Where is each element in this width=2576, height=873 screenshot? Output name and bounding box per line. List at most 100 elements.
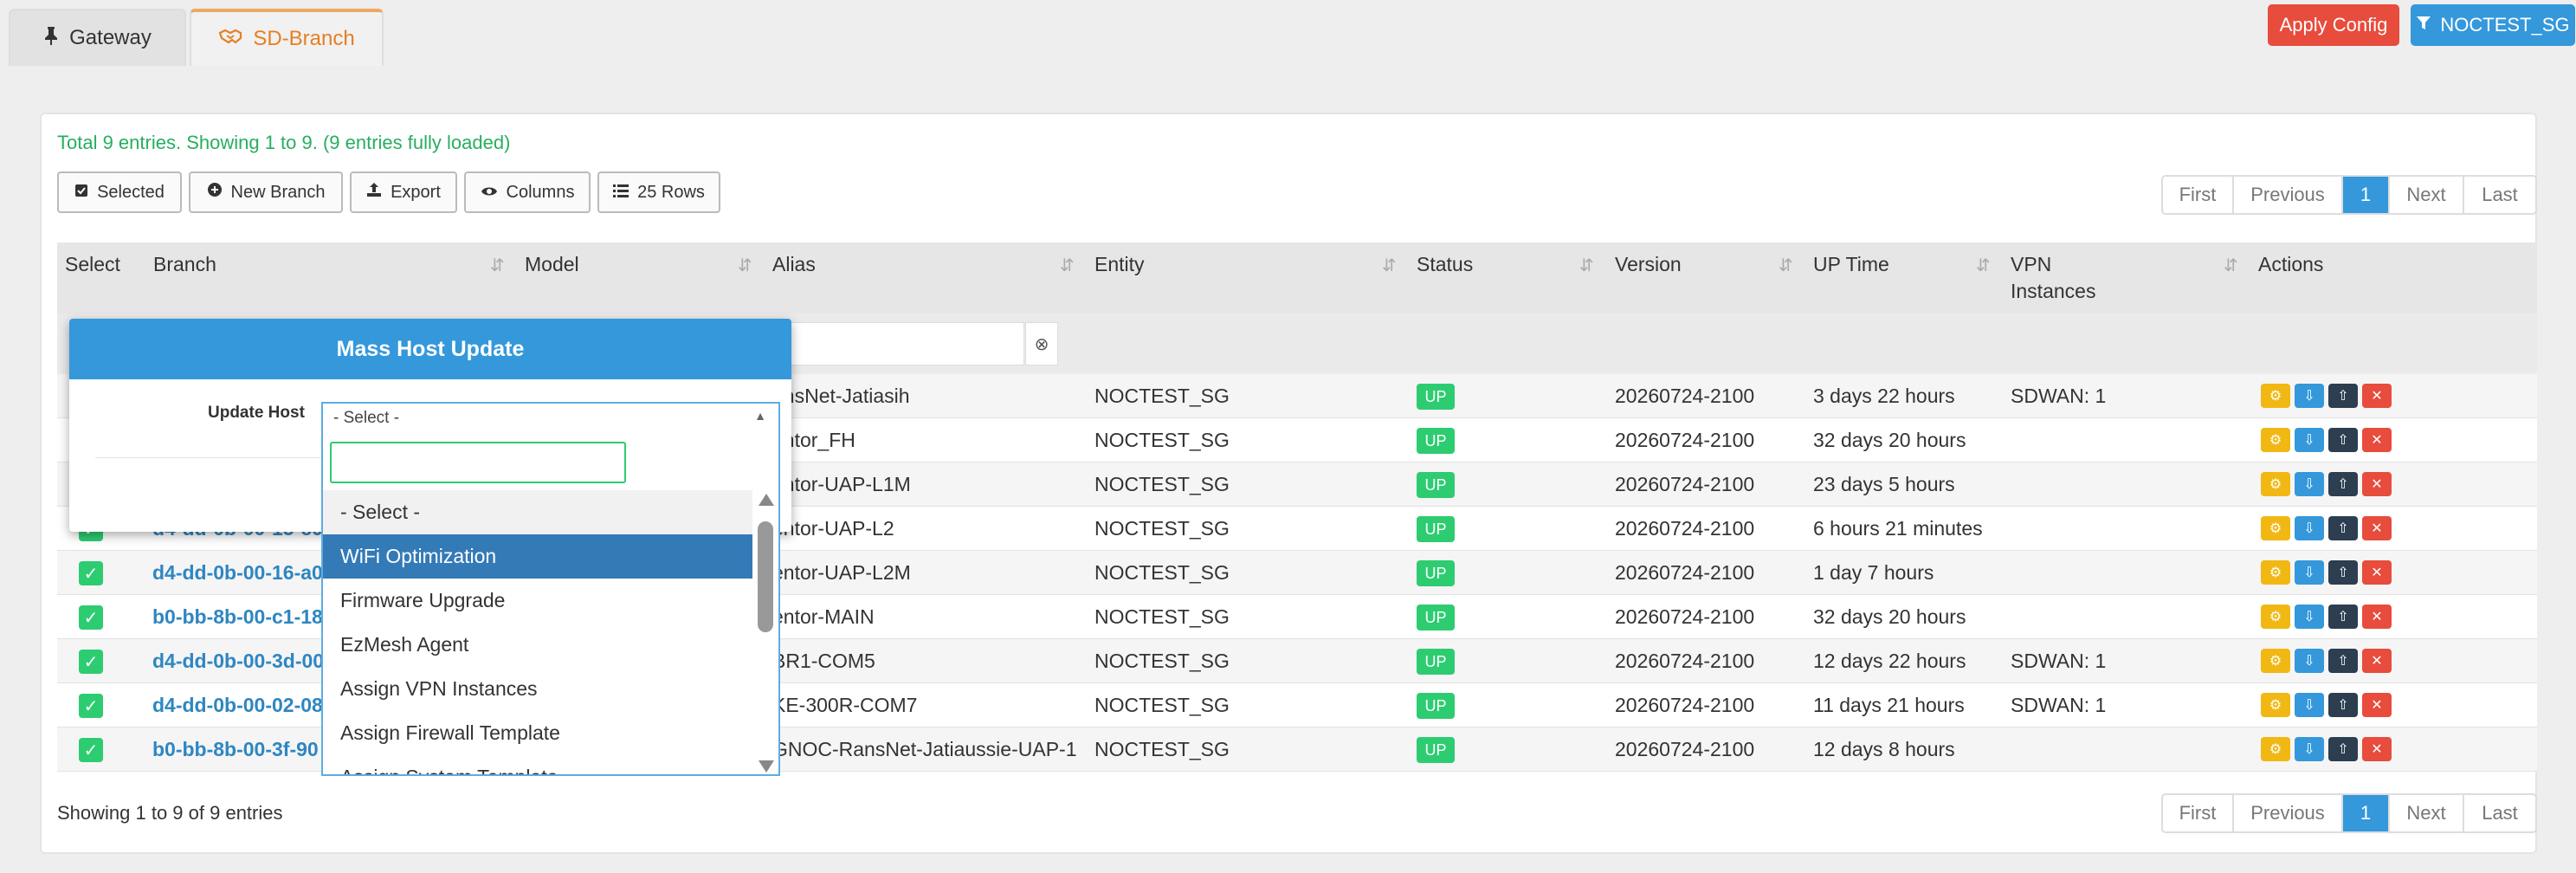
configure-action-icon[interactable]: ⚙ — [2261, 693, 2290, 717]
pagination-last[interactable]: Last — [2464, 795, 2535, 831]
branch-link[interactable]: d4-dd-0b-00-02-08 — [152, 694, 323, 717]
delete-action-icon[interactable]: ✕ — [2362, 472, 2392, 496]
pagination-last[interactable]: Last — [2464, 177, 2535, 213]
delete-action-icon[interactable]: ✕ — [2362, 560, 2392, 585]
configure-action-icon[interactable]: ⚙ — [2261, 384, 2290, 408]
download-action-icon[interactable]: ⇩ — [2295, 428, 2324, 452]
delete-action-icon[interactable]: ✕ — [2362, 516, 2392, 540]
row-checkbox[interactable]: ✓ — [79, 694, 103, 718]
column-header-entity[interactable]: Entity — [1094, 251, 1145, 278]
configure-action-icon[interactable]: ⚙ — [2261, 472, 2290, 496]
entity-filter-button[interactable]: NOCTEST_SG — [2411, 4, 2575, 46]
scroll-down-icon[interactable] — [759, 760, 774, 773]
download-action-icon[interactable]: ⇩ — [2295, 693, 2324, 717]
tab-sd-branch[interactable]: SD-Branch — [190, 9, 384, 66]
top-bar: Gateway SD-Branch Apply Config NOCTEST_S… — [0, 0, 2576, 66]
scroll-thumb[interactable] — [758, 521, 773, 632]
upload-action-icon[interactable]: ⇧ — [2328, 472, 2358, 496]
delete-action-icon[interactable]: ✕ — [2362, 428, 2392, 452]
pagination-previous[interactable]: Previous — [2234, 177, 2343, 213]
column-header-status[interactable]: Status — [1417, 251, 1473, 278]
row-checkbox[interactable]: ✓ — [79, 738, 103, 762]
status-badge: UP — [1417, 560, 1455, 586]
upload-action-icon[interactable]: ⇧ — [2328, 384, 2358, 408]
row-checkbox[interactable]: ✓ — [79, 605, 103, 630]
dropdown-scrollbar[interactable] — [752, 490, 778, 774]
configure-action-icon[interactable]: ⚙ — [2261, 428, 2290, 452]
pagination-first[interactable]: First — [2163, 177, 2234, 213]
apply-config-button[interactable]: Apply Config — [2268, 4, 2399, 46]
delete-action-icon[interactable]: ✕ — [2362, 693, 2392, 717]
column-header-uptime[interactable]: UP Time — [1813, 251, 1889, 278]
new-branch-button[interactable]: New Branch — [189, 171, 343, 213]
sort-icon[interactable]: ⇵ — [738, 255, 752, 276]
selected-button[interactable]: Selected — [57, 171, 182, 213]
columns-button[interactable]: Columns — [464, 171, 591, 213]
download-action-icon[interactable]: ⇩ — [2295, 472, 2324, 496]
upload-action-icon[interactable]: ⇧ — [2328, 649, 2358, 673]
column-header-version[interactable]: Version — [1615, 251, 1682, 278]
upload-action-icon[interactable]: ⇧ — [2328, 605, 2358, 629]
sort-icon[interactable]: ⇵ — [1060, 255, 1075, 276]
upload-action-icon[interactable]: ⇧ — [2328, 693, 2358, 717]
configure-action-icon[interactable]: ⚙ — [2261, 605, 2290, 629]
column-header-model[interactable]: Model — [525, 251, 579, 278]
dropdown-option[interactable]: Assign Firewall Template — [323, 711, 754, 755]
delete-action-icon[interactable]: ✕ — [2362, 649, 2392, 673]
upload-action-icon[interactable]: ⇧ — [2328, 516, 2358, 540]
download-action-icon[interactable]: ⇩ — [2295, 560, 2324, 585]
dropdown-option[interactable]: EzMesh Agent — [323, 623, 754, 667]
branch-link[interactable]: d4-dd-0b-00-16-a0 — [152, 561, 323, 585]
pagination-next[interactable]: Next — [2390, 795, 2464, 831]
delete-action-icon[interactable]: ✕ — [2362, 384, 2392, 408]
download-action-icon[interactable]: ⇩ — [2295, 605, 2324, 629]
download-action-icon[interactable]: ⇩ — [2295, 384, 2324, 408]
column-header-vpn-instances[interactable]: VPN Instances — [2011, 251, 2140, 305]
dropdown-option[interactable]: Assign VPN Instances — [323, 667, 754, 711]
pagination-next[interactable]: Next — [2390, 177, 2464, 213]
branch-link[interactable]: d4-dd-0b-00-3d-00 — [152, 650, 324, 673]
sort-icon[interactable]: ⇵ — [2224, 255, 2238, 276]
download-action-icon[interactable]: ⇩ — [2295, 737, 2324, 761]
configure-action-icon[interactable]: ⚙ — [2261, 516, 2290, 540]
dropdown-option[interactable]: Firmware Upgrade — [323, 579, 754, 623]
configure-action-icon[interactable]: ⚙ — [2261, 560, 2290, 585]
dropdown-option[interactable]: - Select - — [323, 490, 754, 534]
pagination-page-1[interactable]: 1 — [2343, 177, 2390, 213]
sort-icon[interactable]: ⇵ — [1579, 255, 1594, 276]
version-cell: 20260724-2100 — [1615, 473, 1755, 495]
pagination-page-1[interactable]: 1 — [2343, 795, 2390, 831]
pagination-previous[interactable]: Previous — [2234, 795, 2343, 831]
download-action-icon[interactable]: ⇩ — [2295, 516, 2324, 540]
row-checkbox[interactable]: ✓ — [79, 561, 103, 585]
update-host-select[interactable]: - Select - ▲ — [321, 402, 780, 433]
sort-icon[interactable]: ⇵ — [490, 255, 505, 276]
dropdown-search-input[interactable] — [330, 442, 626, 483]
branch-link[interactable]: b0-bb-8b-00-3f-90 — [152, 738, 319, 761]
delete-action-icon[interactable]: ✕ — [2362, 605, 2392, 629]
configure-action-icon[interactable]: ⚙ — [2261, 737, 2290, 761]
pagination-first[interactable]: First — [2163, 795, 2234, 831]
export-button[interactable]: Export — [350, 171, 457, 213]
sort-icon[interactable]: ⇵ — [1779, 255, 1793, 276]
row-checkbox[interactable]: ✓ — [79, 650, 103, 674]
branch-link[interactable]: b0-bb-8b-00-c1-18 — [152, 605, 323, 629]
download-action-icon[interactable]: ⇩ — [2295, 649, 2324, 673]
column-header-alias[interactable]: Alias — [772, 251, 816, 278]
sort-icon[interactable]: ⇵ — [1382, 255, 1397, 276]
delete-action-icon[interactable]: ✕ — [2362, 737, 2392, 761]
upload-action-icon[interactable]: ⇧ — [2328, 737, 2358, 761]
tab-gateway[interactable]: Gateway — [9, 9, 186, 66]
column-header-branch[interactable]: Branch — [153, 251, 216, 278]
clear-filter-icon[interactable]: ⊗ — [1025, 322, 1058, 365]
dropdown-option[interactable]: WiFi Optimization — [323, 534, 754, 579]
dropdown-option[interactable]: Assign System Template — [323, 755, 754, 774]
alias-filter-input[interactable] — [784, 322, 1024, 365]
rows-per-page-button[interactable]: 25 Rows — [597, 171, 720, 213]
sort-icon[interactable]: ⇵ — [1976, 255, 1991, 276]
upload-action-icon[interactable]: ⇧ — [2328, 560, 2358, 585]
scroll-up-icon[interactable] — [759, 494, 774, 506]
configure-action-icon[interactable]: ⚙ — [2261, 649, 2290, 673]
upload-action-icon[interactable]: ⇧ — [2328, 428, 2358, 452]
alias-cell: KE-300R-COM7 — [772, 694, 918, 716]
